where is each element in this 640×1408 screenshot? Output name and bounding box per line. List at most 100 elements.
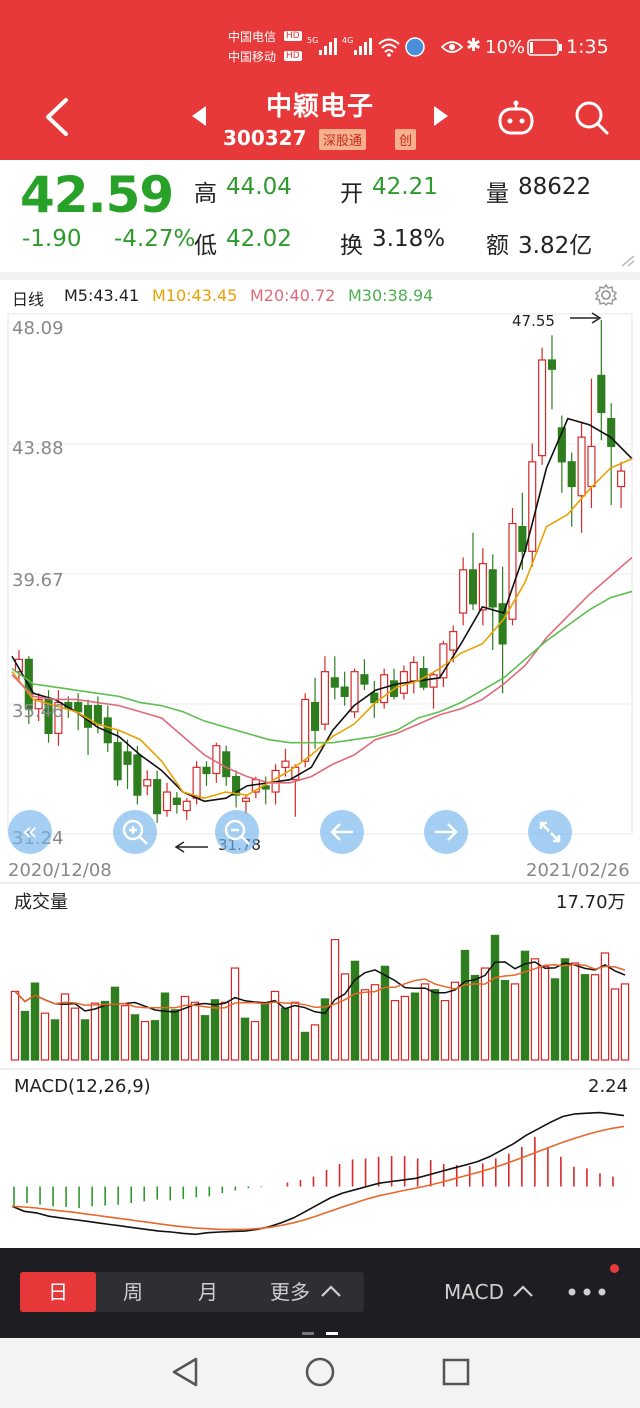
volume-bar bbox=[420, 983, 430, 1061]
candle bbox=[409, 661, 418, 682]
candle bbox=[577, 436, 586, 497]
x-end-date: 2021/02/26 bbox=[526, 860, 630, 881]
candle bbox=[162, 791, 172, 812]
volume-bar bbox=[280, 1007, 290, 1061]
expand-corner-icon[interactable] bbox=[620, 254, 636, 268]
signal-icon-2 bbox=[354, 38, 372, 55]
open-label: 开 bbox=[340, 181, 363, 207]
legend-m30: M30:38.94 bbox=[348, 286, 434, 305]
next-stock-icon[interactable] bbox=[432, 104, 450, 128]
volume-bar bbox=[400, 995, 410, 1061]
indicator-select[interactable]: MACD bbox=[438, 1272, 510, 1312]
candle bbox=[311, 701, 320, 731]
fullscreen-button[interactable] bbox=[528, 810, 572, 854]
candle bbox=[488, 569, 497, 608]
volume-bar bbox=[440, 1000, 450, 1061]
nav-home-icon[interactable] bbox=[304, 1356, 336, 1388]
candle bbox=[301, 698, 310, 762]
settings-gear-icon[interactable] bbox=[594, 283, 618, 307]
volume-bar bbox=[140, 1020, 150, 1061]
indicator-chevron-icon[interactable] bbox=[512, 1284, 534, 1298]
arrow-left-icon bbox=[330, 823, 353, 841]
scroll-left-button[interactable] bbox=[320, 810, 364, 854]
zoom-in-icon bbox=[122, 819, 148, 845]
back-icon[interactable] bbox=[40, 96, 72, 138]
robot-icon[interactable] bbox=[496, 100, 536, 136]
prev-stock-icon[interactable] bbox=[190, 104, 208, 128]
tab-day[interactable]: 日 bbox=[20, 1272, 96, 1312]
legend-m10: M10:43.45 bbox=[152, 286, 238, 305]
zoom-out-button[interactable] bbox=[215, 810, 259, 854]
candle bbox=[281, 760, 290, 768]
battery-percent: 10% bbox=[485, 37, 526, 58]
volume-bar bbox=[580, 974, 590, 1061]
low-value: 42.02 bbox=[226, 226, 292, 252]
scroll-right-button[interactable] bbox=[424, 810, 468, 854]
tab-month[interactable]: 月 bbox=[170, 1272, 246, 1312]
volume-bar bbox=[360, 989, 370, 1061]
more-options-icon[interactable] bbox=[566, 1284, 610, 1298]
volume-chart[interactable] bbox=[0, 910, 640, 1062]
search-icon[interactable] bbox=[574, 100, 610, 136]
candle bbox=[607, 418, 616, 447]
page-indicator-inactive bbox=[302, 1332, 314, 1335]
volume-bar bbox=[230, 967, 240, 1061]
open-value: 42.21 bbox=[372, 174, 438, 200]
tab-more[interactable]: 更多 bbox=[262, 1272, 318, 1312]
macd-chart[interactable] bbox=[0, 1100, 640, 1240]
volume-label: 量 bbox=[486, 181, 509, 207]
candle bbox=[360, 674, 369, 685]
net-4g: 4G bbox=[342, 36, 354, 45]
turnover-label: 换 bbox=[340, 233, 363, 259]
candle bbox=[153, 779, 162, 815]
volume-bar bbox=[20, 1010, 30, 1061]
volume-bar bbox=[50, 1019, 60, 1061]
volume-bar bbox=[450, 981, 460, 1061]
volume-value: 88622 bbox=[518, 174, 592, 200]
macd-title: MACD(12,26,9) bbox=[14, 1076, 151, 1097]
nav-back-icon[interactable] bbox=[170, 1356, 200, 1388]
system-nav-bar bbox=[0, 1338, 640, 1408]
volume-bar bbox=[100, 1000, 110, 1061]
candle bbox=[241, 797, 251, 802]
high-label: 高 bbox=[194, 181, 217, 207]
volume-bar bbox=[340, 973, 350, 1061]
amount-label: 额 bbox=[486, 233, 509, 259]
high-value: 44.04 bbox=[226, 174, 292, 200]
status-time: 1:35 bbox=[566, 36, 609, 58]
volume-bar bbox=[300, 1031, 310, 1061]
candle bbox=[74, 701, 83, 713]
candle bbox=[172, 797, 181, 805]
volume-bar bbox=[130, 1014, 140, 1061]
status-carrier2: 中国移动 bbox=[228, 50, 277, 64]
y-tick-3: 39.67 bbox=[12, 570, 64, 591]
chevron-up-icon[interactable] bbox=[320, 1284, 342, 1298]
nav-recents-icon[interactable] bbox=[440, 1356, 472, 1388]
tab-week[interactable]: 周 bbox=[96, 1272, 170, 1312]
price-change-pct: -4.27% bbox=[114, 226, 196, 252]
candle bbox=[617, 470, 626, 488]
stock-code: 300327 bbox=[223, 126, 307, 150]
zoom-in-button[interactable] bbox=[113, 810, 157, 854]
hd-badge: HD bbox=[284, 31, 302, 41]
volume-bar bbox=[240, 1017, 250, 1061]
candle bbox=[597, 374, 606, 414]
volume-bar bbox=[160, 992, 170, 1061]
candle bbox=[143, 779, 152, 787]
scroll-left-fast-button[interactable]: « bbox=[8, 810, 52, 854]
eye-icon bbox=[441, 41, 463, 53]
volume-bar bbox=[260, 1003, 270, 1061]
candle bbox=[222, 751, 231, 778]
current-price: 42.59 bbox=[20, 166, 174, 224]
volume-bar bbox=[520, 950, 530, 1061]
volume-bar bbox=[530, 958, 540, 1061]
candle bbox=[567, 461, 576, 488]
volume-bar bbox=[150, 1020, 160, 1061]
price-change: -1.90 bbox=[22, 226, 82, 252]
volume-bar bbox=[600, 952, 610, 1061]
candle bbox=[93, 705, 102, 725]
kline-chart[interactable] bbox=[0, 306, 640, 876]
volume-bar bbox=[570, 962, 580, 1061]
macd-max-label: 2.24 bbox=[588, 1076, 629, 1097]
volume-bar bbox=[470, 974, 480, 1061]
